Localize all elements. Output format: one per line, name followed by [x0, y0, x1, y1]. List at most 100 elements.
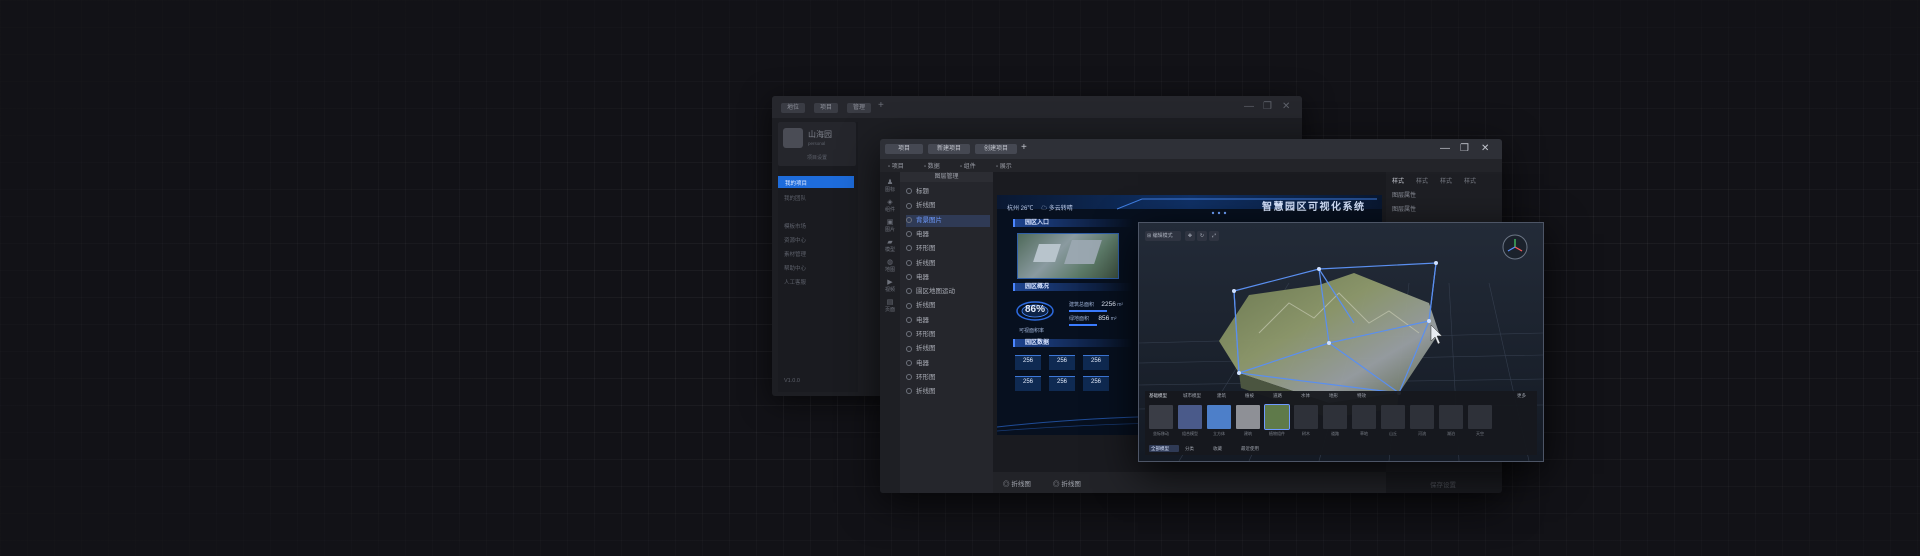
asset-tab-road[interactable]: 道路: [1273, 393, 1282, 399]
asset-tile[interactable]: [1468, 405, 1492, 429]
nav-item-service[interactable]: 人工客服: [784, 278, 806, 286]
layer-item[interactable]: 園区地图运动: [906, 286, 990, 298]
iconbar-item-models[interactable]: ▰ 模型: [882, 238, 898, 253]
nav-item-team[interactable]: 我的团队: [784, 194, 806, 202]
project-card[interactable]: 山海园 personal 项目设置: [778, 122, 856, 166]
menu-display[interactable]: ▫ 展示: [996, 161, 1012, 170]
asset-tile[interactable]: [1264, 404, 1290, 430]
subtab-favorite[interactable]: 收藏: [1211, 445, 1237, 452]
layer-item[interactable]: 折线图: [906, 386, 990, 398]
asset-tab-plant[interactable]: 植被: [1245, 393, 1254, 399]
asset-tab-basic[interactable]: 基础模型: [1149, 393, 1167, 399]
asset-tile[interactable]: [1207, 405, 1231, 429]
asset-tab-terrain[interactable]: 地形: [1329, 393, 1338, 399]
layer-visibility-icon[interactable]: [906, 388, 912, 395]
iconbar-item-icons[interactable]: ♟ 图标: [882, 178, 898, 193]
iconbar-item-components[interactable]: ◈ 组件: [882, 198, 898, 213]
layer-item[interactable]: 折线图: [906, 258, 990, 270]
asset-tile[interactable]: [1294, 405, 1318, 429]
layer-item[interactable]: 折线图: [906, 200, 990, 212]
layer-visibility-icon[interactable]: [906, 245, 912, 252]
subtab-recent[interactable]: 最近使用: [1239, 445, 1271, 452]
bottom-item-2[interactable]: ◎ 折线图: [1053, 478, 1081, 488]
layer-item[interactable]: 电器: [906, 229, 990, 241]
back-tab-3[interactable]: 管理: [847, 103, 871, 113]
bottom-item-1[interactable]: ◎ 折线图: [1003, 478, 1031, 488]
back-add-tab-button[interactable]: +: [878, 100, 884, 112]
layer-item[interactable]: 环形图: [906, 243, 990, 255]
subtab-category[interactable]: 分类: [1183, 445, 1209, 452]
asset-tab-building[interactable]: 建筑: [1217, 393, 1226, 399]
right-tab-3[interactable]: 样式: [1440, 176, 1452, 185]
asset-tile[interactable]: [1439, 405, 1463, 429]
nav-item-assets[interactable]: 素材管理: [784, 250, 806, 258]
layer-visibility-icon[interactable]: [906, 216, 912, 223]
layer-visibility-icon[interactable]: [906, 288, 912, 295]
save-settings-label[interactable]: 保存设置: [1430, 479, 1456, 489]
iconbar-item-video[interactable]: ▶ 视频: [882, 278, 898, 293]
asset-tile[interactable]: [1323, 405, 1347, 429]
iconbar-item-images[interactable]: ▣ 图片: [882, 218, 898, 233]
layer-item[interactable]: 折线图: [906, 300, 990, 312]
layer-item[interactable]: 折线图: [906, 343, 990, 355]
layer-visibility-icon[interactable]: [906, 302, 912, 309]
nav-item-help[interactable]: 帮助中心: [784, 264, 806, 272]
layer-visibility-icon[interactable]: [906, 331, 912, 338]
layer-visibility-icon[interactable]: [906, 345, 912, 352]
layer-item[interactable]: 标题: [906, 186, 990, 198]
main-tab-2[interactable]: 新建项目: [928, 144, 970, 154]
layer-item[interactable]: 电器: [906, 272, 990, 284]
nav-item-resources[interactable]: 资源中心: [784, 236, 806, 244]
rotate-icon[interactable]: ↻: [1197, 231, 1207, 241]
nav-item-templates[interactable]: 模板市场: [784, 222, 806, 230]
layer-visibility-icon[interactable]: [906, 231, 912, 238]
project-settings-link[interactable]: 项目设置: [778, 154, 856, 161]
right-tab-2[interactable]: 样式: [1416, 176, 1428, 185]
main-tab-1[interactable]: 项目: [885, 144, 923, 154]
main-close-button[interactable]: ✕: [1481, 143, 1489, 155]
scale-icon[interactable]: ⤢: [1209, 231, 1219, 241]
asset-tab-city[interactable]: 城市模型: [1183, 393, 1201, 399]
asset-tab-effect[interactable]: 特效: [1357, 393, 1366, 399]
asset-tile[interactable]: [1410, 405, 1434, 429]
nav-active[interactable]: 我的项目: [778, 176, 854, 188]
model-viewer[interactable]: ⊞ 编辑模式 ✥ ↻ ⤢ 基础模型 城市模型 建筑 植被 道路 水体 地形 特效…: [1138, 222, 1544, 462]
back-close-button[interactable]: ✕: [1282, 101, 1290, 113]
right-tab-1[interactable]: 样式: [1392, 176, 1404, 185]
layer-item[interactable]: 背景图片: [906, 214, 990, 227]
menu-data[interactable]: ▫ 数据: [924, 161, 940, 170]
layer-visibility-icon[interactable]: [906, 274, 912, 281]
layer-visibility-icon[interactable]: [906, 202, 912, 209]
back-minimize-button[interactable]: —: [1244, 101, 1254, 113]
right-item-2[interactable]: 图层属性: [1392, 204, 1416, 213]
layer-visibility-icon[interactable]: [906, 188, 912, 195]
right-tab-4[interactable]: 样式: [1464, 176, 1476, 185]
back-tab-2[interactable]: 项目: [814, 103, 838, 113]
main-add-tab-button[interactable]: +: [1021, 142, 1027, 154]
right-item-1[interactable]: 图层属性: [1392, 190, 1416, 199]
asset-tile[interactable]: [1149, 405, 1173, 429]
axis-gizmo-icon[interactable]: [1503, 235, 1527, 259]
asset-tile[interactable]: [1236, 405, 1260, 429]
main-tab-3[interactable]: 创建项目: [975, 144, 1017, 154]
layer-item[interactable]: 电器: [906, 315, 990, 327]
layer-visibility-icon[interactable]: [906, 316, 912, 323]
layer-visibility-icon[interactable]: [906, 359, 912, 366]
subtab-all[interactable]: 全部模型: [1149, 445, 1179, 452]
back-maximize-button[interactable]: ❐: [1263, 101, 1272, 113]
main-maximize-button[interactable]: ❐: [1460, 143, 1469, 155]
main-minimize-button[interactable]: —: [1440, 143, 1450, 155]
asset-more-button[interactable]: 更多: [1517, 393, 1526, 399]
asset-tile[interactable]: [1352, 405, 1376, 429]
layer-item[interactable]: 环形图: [906, 372, 990, 384]
layer-visibility-icon[interactable]: [906, 259, 912, 266]
asset-tile[interactable]: [1178, 405, 1202, 429]
asset-tile[interactable]: [1381, 405, 1405, 429]
layer-visibility-icon[interactable]: [906, 374, 912, 381]
menu-project[interactable]: ▫ 项目: [888, 161, 904, 170]
menu-component[interactable]: ▫ 组件: [960, 161, 976, 170]
iconbar-item-pages[interactable]: ▤ 页面: [882, 298, 898, 313]
back-tab-1[interactable]: 地位: [781, 103, 805, 113]
asset-tab-water[interactable]: 水体: [1301, 393, 1310, 399]
iconbar-item-maps[interactable]: ◍ 地图: [882, 258, 898, 273]
